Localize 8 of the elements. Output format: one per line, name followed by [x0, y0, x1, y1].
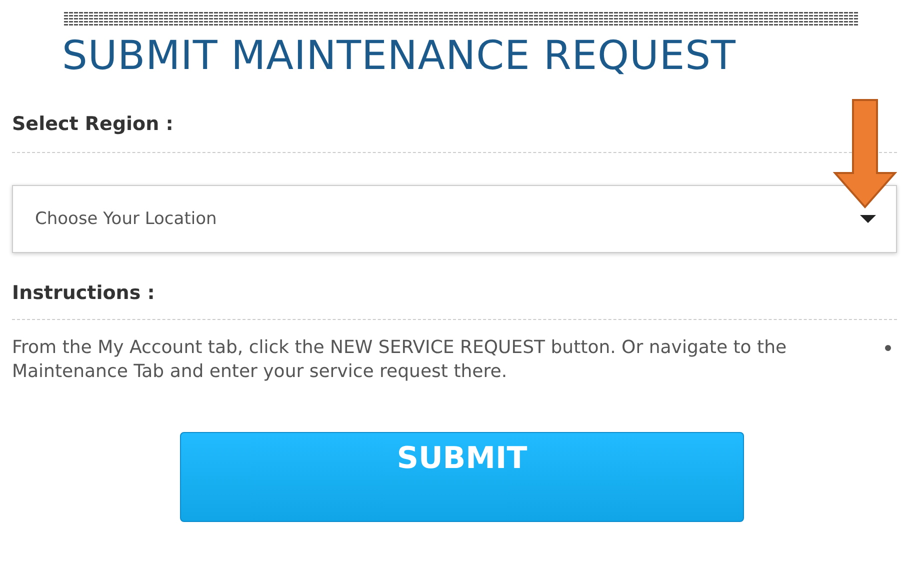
location-dropdown[interactable]: Choose Your Location — [12, 185, 897, 253]
instructions-text: From the My Account tab, click the NEW SERVICE REQUEST button. Or navigate to the Maintenance Tab and enter your service request there. — [12, 336, 788, 384]
field-label: Select Region : — [12, 112, 174, 136]
caret-icon — [860, 215, 876, 223]
section-label: Instructions : — [12, 281, 156, 305]
bullet-icon — [885, 345, 891, 351]
down-arrow-icon — [833, 99, 897, 209]
page-title: SUBMIT MAINTENANCE REQUEST — [62, 32, 737, 81]
